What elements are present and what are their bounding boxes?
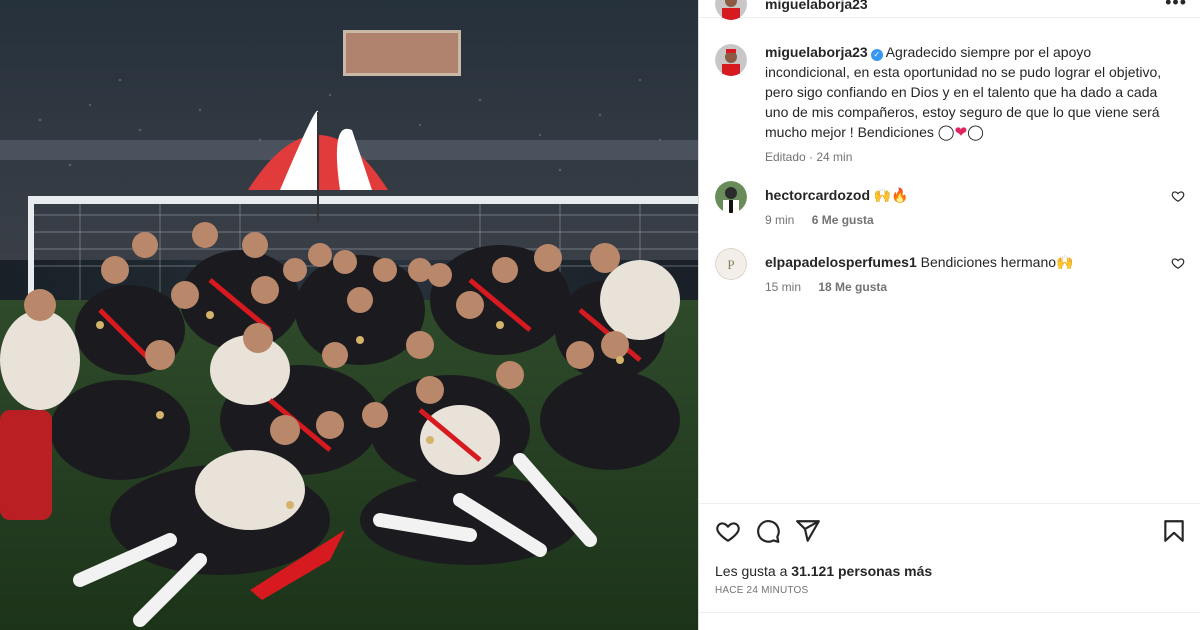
bookmark-icon[interactable]: [1161, 518, 1187, 544]
post-side-panel: miguelaborja23 ••• miguelaborja23 ✓ Agrade…: [698, 0, 1200, 630]
post-photo[interactable]: [0, 0, 698, 630]
author-avatar[interactable]: [715, 0, 747, 20]
likes-count[interactable]: 31.121 personas más: [791, 563, 932, 579]
action-bar: [715, 518, 1185, 546]
comment-likes[interactable]: 18 Me gusta: [818, 280, 887, 294]
comment-icon[interactable]: [755, 518, 781, 544]
edited-label: Editado: [765, 150, 806, 164]
likes-summary: Les gusta a 31.121 personas más: [715, 563, 932, 579]
more-options-icon[interactable]: •••: [1165, 0, 1187, 13]
likes-prefix: Les gusta a: [715, 563, 788, 579]
comment-text-line: hectorcardozod 🙌🔥: [765, 187, 909, 204]
post-timestamp: HACE 24 MINUTOS: [715, 585, 809, 596]
bottom-divider: [699, 612, 1200, 613]
team-celebration-image: [0, 0, 698, 630]
caption-avatar[interactable]: [715, 44, 747, 76]
comment-like-heart-icon[interactable]: [1171, 189, 1185, 203]
comment-text-line: elpapadelosperfumes1 Bendiciones hermano…: [765, 254, 1073, 271]
comment-username[interactable]: hectorcardozod: [765, 187, 870, 203]
comment-likes[interactable]: 6 Me gusta: [812, 213, 874, 227]
verified-badge-icon: ✓: [870, 49, 883, 61]
comment-text: Bendiciones hermano🙌: [920, 254, 1074, 270]
share-icon[interactable]: [795, 518, 821, 544]
author-username[interactable]: miguelaborja23: [765, 0, 868, 12]
caption-body: miguelaborja23 ✓ Agradecido siempre por el…: [765, 42, 1175, 167]
caption-emojis: ◯❤◯: [937, 124, 984, 141]
heart-icon[interactable]: [715, 518, 741, 544]
svg-text:P: P: [727, 257, 734, 272]
comment-avatar[interactable]: [715, 181, 747, 213]
comment-username[interactable]: elpapadelosperfumes1: [765, 254, 917, 270]
comment-time: 9 min: [765, 213, 795, 227]
comment-text: 🙌🔥: [873, 187, 909, 203]
caption-time: 24 min: [816, 150, 853, 164]
post-header: miguelaborja23 •••: [699, 0, 1200, 20]
comment-meta: 15 min 18 Me gusta: [765, 280, 901, 294]
comment-like-heart-icon[interactable]: [1171, 256, 1185, 270]
comment-avatar[interactable]: P: [715, 248, 747, 280]
caption-username[interactable]: miguelaborja23: [765, 44, 868, 60]
actions-divider: [699, 503, 1200, 504]
comment-time: 15 min: [765, 280, 802, 294]
comment-meta: 9 min 6 Me gusta: [765, 213, 888, 227]
caption-meta: Editado · 24 min: [765, 150, 853, 164]
